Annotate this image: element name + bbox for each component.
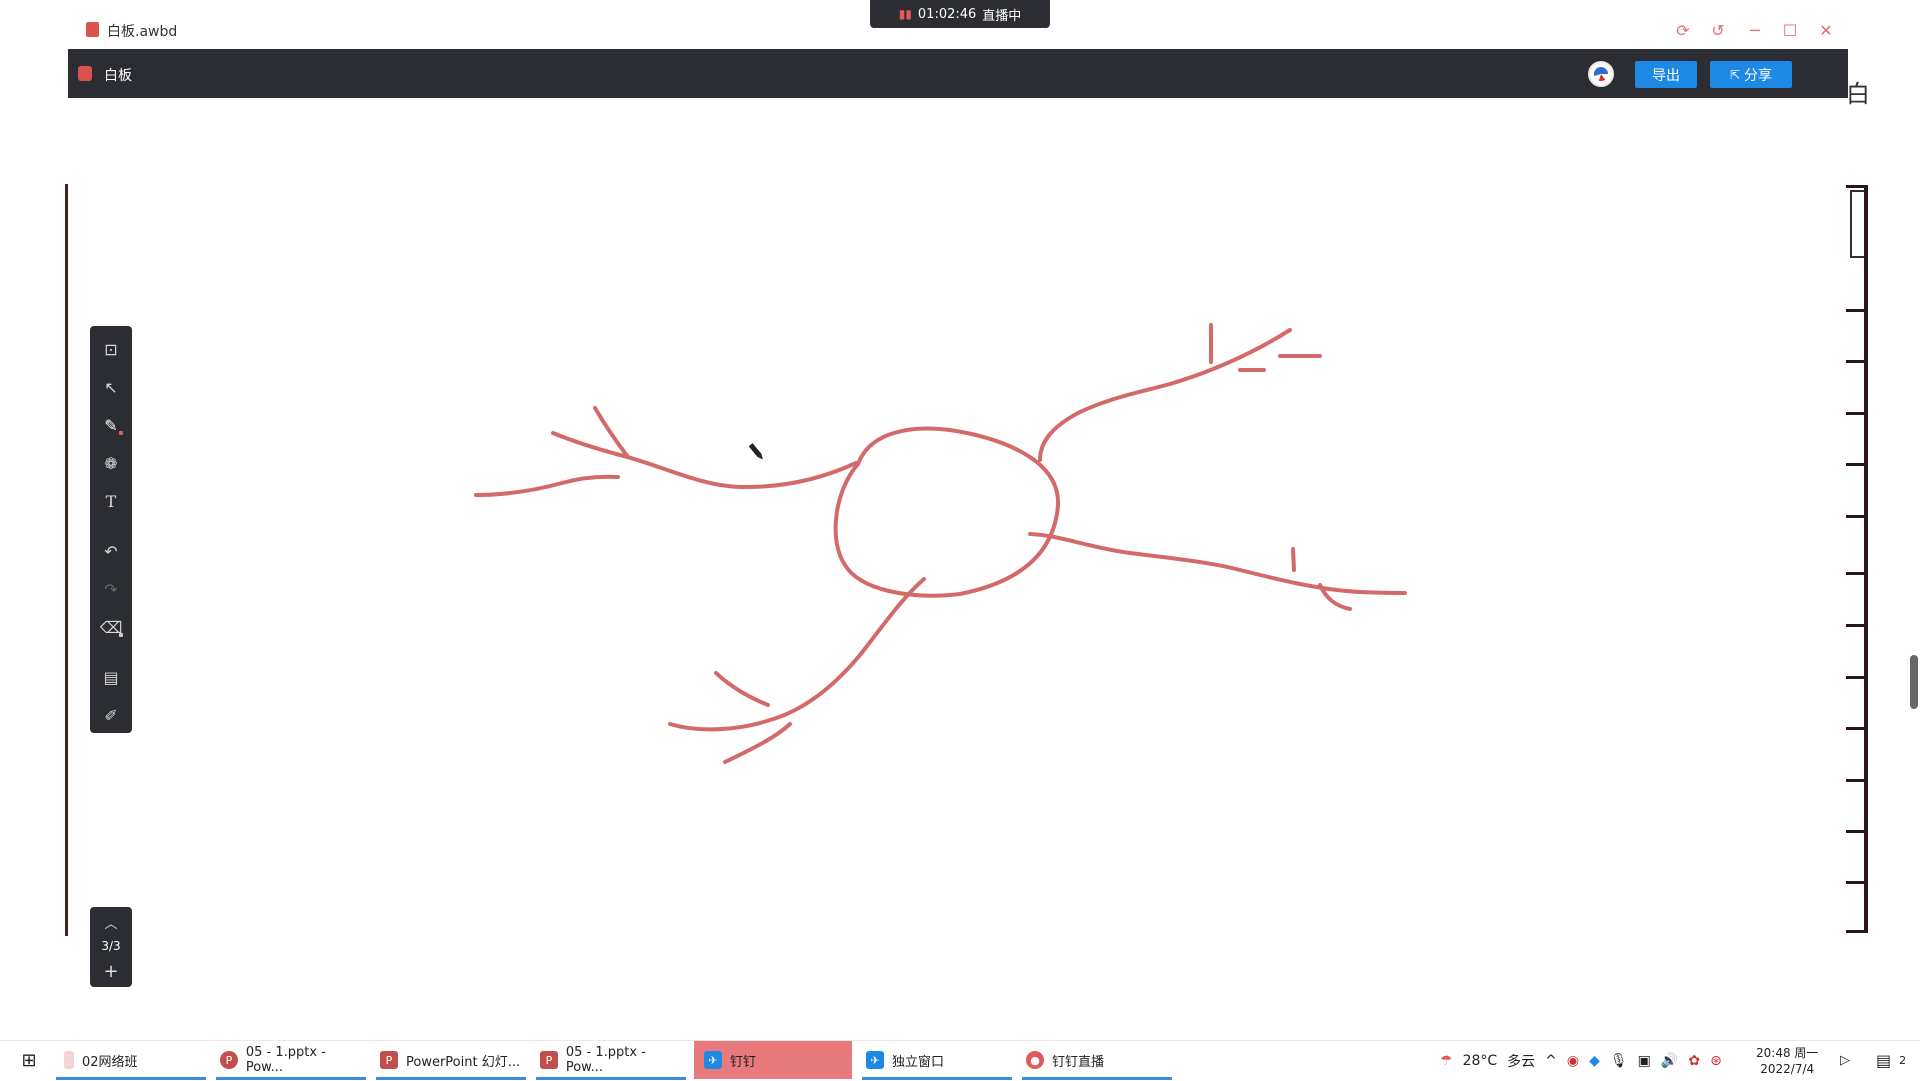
dingtalk-icon: ✈	[866, 1051, 884, 1069]
taskbar-item[interactable]: ✈ 独立窗口	[862, 1041, 1012, 1080]
taskbar-item[interactable]: ● 钉钉直播	[1022, 1041, 1172, 1080]
ink-stroke-lower-right-twig	[1291, 547, 1296, 572]
ink-stroke-lower-branch	[668, 577, 926, 732]
system-clock[interactable]: 20:48 周一 2022/7/4	[1756, 1045, 1818, 1077]
page-navigator: ︿ 3/3 +	[90, 907, 132, 987]
windows-logo-icon: ⊞	[21, 1049, 37, 1071]
redo-icon[interactable]: ↷	[90, 576, 132, 602]
taskbar-item-label: 05 - 1.pptx - Pow...	[245, 1045, 326, 1075]
start-button[interactable]: ⊞	[14, 1041, 44, 1079]
taskbar-item-label: PowerPoint 幻灯...	[406, 1054, 521, 1070]
pen-tool-icon[interactable]: ✎	[90, 412, 132, 438]
folder-icon	[64, 1051, 74, 1069]
input-method-icon[interactable]: ✿	[1688, 1053, 1700, 1069]
text-tool-icon[interactable]: T	[90, 488, 132, 514]
taskbar-item-label: 独立窗口	[892, 1054, 945, 1070]
clock-date: 2022/7/4	[1760, 1062, 1815, 1076]
eraser-tool-icon[interactable]: ⌫	[90, 614, 132, 640]
shapes-tool-icon[interactable]: ❁	[90, 450, 132, 476]
ink-stroke-lower-right-branch	[1028, 532, 1407, 595]
edit-page-icon[interactable]: ✐	[90, 702, 132, 728]
page-indicator: 3/3	[101, 939, 121, 953]
ink-stroke-center-circle	[833, 426, 1061, 598]
weather-desc[interactable]: 多云	[1507, 1051, 1535, 1071]
security-app-icon[interactable]: ◉	[1567, 1053, 1579, 1069]
slideshow-icon: P	[380, 1051, 398, 1069]
ink-stroke-lower-twig	[714, 671, 770, 707]
show-desktop-icon[interactable]: ▷	[1840, 1041, 1860, 1079]
microphone-icon[interactable]: 🎙	[1610, 1053, 1628, 1069]
taskbar-item-label: 02网络班	[82, 1054, 138, 1070]
tool-palette: ⊡ ↖ ✎ ❁ T ↶ ↷ ⌫ ▤ ✐	[90, 326, 132, 733]
live-stream-icon: ●	[1026, 1051, 1044, 1069]
volume-icon[interactable]: 🔊	[1661, 1053, 1678, 1069]
system-tray: ☂ 28°C 多云 ^ ◉ ◆ 🎙 ▣ 🔊 ✿ ⊛	[1440, 1041, 1722, 1081]
taskbar-item[interactable]: P PowerPoint 幻灯...	[376, 1041, 526, 1080]
clock-time: 20:48 周一	[1756, 1046, 1819, 1060]
select-arrow-icon[interactable]: ↖	[90, 374, 132, 400]
taskbar-item-active[interactable]: ✈ 钉钉	[694, 1041, 852, 1079]
dingtalk-icon: ✈	[704, 1051, 722, 1069]
whiteboard-canvas[interactable]	[0, 0, 1920, 1080]
weather-icon[interactable]: ☂	[1440, 1053, 1453, 1069]
powerpoint-icon: P	[220, 1051, 238, 1069]
taskbar-item[interactable]: P 05 - 1.pptx - Pow...	[216, 1041, 366, 1080]
insert-folder-icon[interactable]: ⊡	[90, 336, 132, 362]
pen-cursor-icon	[748, 443, 763, 460]
ink-stroke-left-twig	[474, 474, 620, 497]
prev-page-button[interactable]: ︿	[90, 913, 132, 932]
add-page-button[interactable]: +	[90, 961, 132, 982]
taskbar-item[interactable]: 02网络班	[56, 1041, 206, 1080]
tray-expand-icon[interactable]: ^	[1545, 1053, 1557, 1069]
taskbar: ⊞ 02网络班 P 05 - 1.pptx - Pow... P PowerPo…	[0, 1040, 1920, 1081]
taskbar-item-label: 钉钉	[730, 1054, 757, 1070]
antivirus-icon[interactable]: ⊛	[1710, 1053, 1722, 1069]
ink-stroke-upper-right-branch	[1038, 328, 1292, 462]
dingtalk-tray-icon[interactable]: ◆	[1589, 1053, 1600, 1069]
notification-count: 2	[1899, 1053, 1907, 1067]
taskbar-item-label: 钉钉直播	[1052, 1054, 1105, 1070]
toolbox-icon[interactable]: ▤	[90, 664, 132, 690]
weather-temp[interactable]: 28°C	[1463, 1053, 1498, 1069]
notification-center-icon[interactable]: ▤ 2	[1876, 1041, 1912, 1079]
taskbar-item-label: 05 - 1.pptx - Pow...	[565, 1045, 646, 1075]
network-icon[interactable]: ▣	[1638, 1053, 1651, 1069]
taskbar-item[interactable]: P 05 - 1.pptx - Pow...	[536, 1041, 686, 1080]
undo-icon[interactable]: ↶	[90, 538, 132, 564]
powerpoint-icon: P	[540, 1051, 558, 1069]
